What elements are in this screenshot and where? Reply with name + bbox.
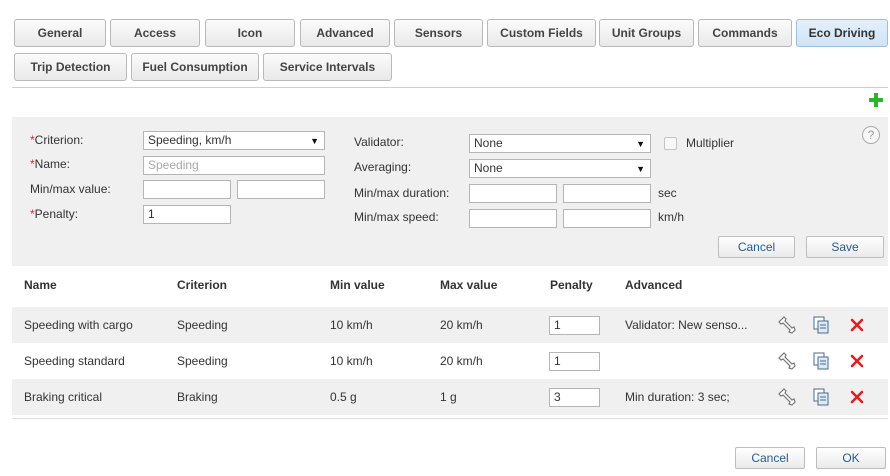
row-min-value: 10 km/h bbox=[330, 354, 373, 368]
help-icon[interactable]: ? bbox=[862, 126, 880, 144]
min-speed-input[interactable] bbox=[469, 209, 557, 228]
tab-advanced[interactable]: Advanced bbox=[300, 19, 390, 47]
ok-button[interactable]: OK bbox=[816, 447, 886, 469]
tab-access[interactable]: Access bbox=[110, 19, 200, 47]
row-min-value: 10 km/h bbox=[330, 318, 373, 332]
duration-unit: sec bbox=[658, 186, 677, 200]
row-min-value: 0.5 g bbox=[330, 390, 357, 404]
tab-trip-detection[interactable]: Trip Detection bbox=[14, 53, 127, 81]
multiplier-checkbox[interactable] bbox=[664, 137, 677, 150]
table-row[interactable]: Speeding standard Speeding 10 km/h 20 km… bbox=[12, 343, 888, 379]
row-max-value: 20 km/h bbox=[440, 354, 483, 368]
wrench-icon[interactable] bbox=[778, 316, 796, 334]
table-row[interactable]: Speeding with cargo Speeding 10 km/h 20 … bbox=[12, 307, 888, 343]
copy-icon[interactable] bbox=[812, 316, 830, 334]
tab-custom-fields[interactable]: Custom Fields bbox=[487, 19, 596, 47]
penalty-input[interactable]: 1 bbox=[143, 205, 231, 224]
row-criterion: Speeding bbox=[177, 318, 228, 332]
averaging-select[interactable]: None ▼ bbox=[469, 159, 651, 178]
minmax-duration-label: Min/max duration: bbox=[354, 186, 450, 200]
cancel-button[interactable]: Cancel bbox=[735, 447, 805, 469]
name-label: *Name: bbox=[30, 157, 71, 171]
column-header-penalty: Penalty bbox=[550, 278, 593, 292]
row-advanced: Validator: New senso... bbox=[625, 318, 748, 332]
row-criterion: Braking bbox=[177, 390, 218, 404]
speed-unit: km/h bbox=[658, 210, 685, 224]
delete-x-icon[interactable] bbox=[848, 352, 866, 370]
dropdown-arrow-icon: ▼ bbox=[636, 164, 645, 174]
penalty-label: *Penalty: bbox=[30, 207, 79, 221]
column-header-max-value: Max value bbox=[440, 278, 498, 292]
tab-icon[interactable]: Icon bbox=[205, 19, 295, 47]
tab-sensors[interactable]: Sensors bbox=[394, 19, 483, 47]
validator-select[interactable]: None ▼ bbox=[469, 134, 651, 153]
row-penalty-input[interactable]: 1 bbox=[549, 316, 600, 335]
multiplier-label: Multiplier bbox=[686, 136, 735, 150]
wrench-icon[interactable] bbox=[778, 388, 796, 406]
row-name: Braking critical bbox=[24, 390, 103, 404]
tab-eco-driving[interactable]: Eco Driving bbox=[796, 19, 888, 47]
plus-icon[interactable] bbox=[868, 92, 884, 108]
column-header-name: Name bbox=[24, 278, 57, 292]
footer-divider bbox=[12, 418, 888, 419]
column-header-criterion: Criterion bbox=[177, 278, 228, 292]
validator-label: Validator: bbox=[354, 135, 404, 149]
criterion-label: *Criterion: bbox=[30, 133, 84, 147]
max-duration-input[interactable] bbox=[563, 184, 651, 203]
row-advanced: Min duration: 3 sec; bbox=[625, 390, 730, 404]
dropdown-arrow-icon: ▼ bbox=[636, 139, 645, 149]
tab-service-intervals[interactable]: Service Intervals bbox=[263, 53, 392, 81]
tabs-divider bbox=[12, 87, 888, 88]
tab-unit-groups[interactable]: Unit Groups bbox=[599, 19, 694, 47]
row-max-value: 1 g bbox=[440, 390, 457, 404]
copy-icon[interactable] bbox=[812, 388, 830, 406]
tab-commands[interactable]: Commands bbox=[698, 19, 792, 47]
wrench-icon[interactable] bbox=[778, 352, 796, 370]
name-input[interactable]: Speeding bbox=[143, 156, 325, 175]
delete-x-icon[interactable] bbox=[848, 388, 866, 406]
column-header-advanced: Advanced bbox=[625, 278, 683, 292]
min-duration-input[interactable] bbox=[469, 184, 557, 203]
table-row[interactable]: Braking critical Braking 0.5 g 1 g 3 Min… bbox=[12, 379, 888, 415]
averaging-label: Averaging: bbox=[354, 160, 412, 174]
max-speed-input[interactable] bbox=[563, 209, 651, 228]
row-max-value: 20 km/h bbox=[440, 318, 483, 332]
minmax-speed-label: Min/max speed: bbox=[354, 210, 439, 224]
min-value-input[interactable] bbox=[143, 180, 231, 199]
max-value-input[interactable] bbox=[237, 180, 325, 199]
column-header-min-value: Min value bbox=[330, 278, 385, 292]
row-penalty-input[interactable]: 1 bbox=[549, 352, 600, 371]
row-criterion: Speeding bbox=[177, 354, 228, 368]
row-name: Speeding with cargo bbox=[24, 318, 133, 332]
minmax-value-label: Min/max value: bbox=[30, 182, 111, 196]
copy-icon[interactable] bbox=[812, 352, 830, 370]
form-cancel-button[interactable]: Cancel bbox=[718, 236, 795, 258]
row-name: Speeding standard bbox=[24, 354, 125, 368]
criterion-select[interactable]: Speeding, km/h ▼ bbox=[143, 131, 325, 150]
form-save-button[interactable]: Save bbox=[806, 236, 884, 258]
delete-x-icon[interactable] bbox=[848, 316, 866, 334]
tab-general[interactable]: General bbox=[14, 19, 106, 47]
row-penalty-input[interactable]: 3 bbox=[549, 388, 600, 407]
tab-fuel-consumption[interactable]: Fuel Consumption bbox=[131, 53, 259, 81]
dropdown-arrow-icon: ▼ bbox=[310, 136, 319, 146]
